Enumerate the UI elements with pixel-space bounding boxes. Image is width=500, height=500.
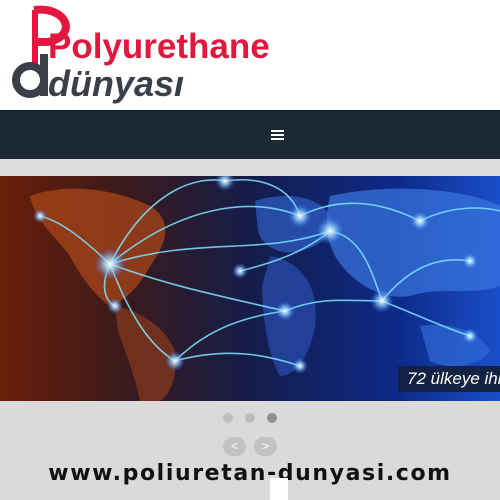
slider-controls: < > www.poliuretan-dunyasi.com (0, 401, 500, 500)
prev-slide-button[interactable]: < (223, 437, 246, 456)
next-slide-button[interactable]: > (254, 437, 277, 456)
site-logo[interactable]: Polyurethane dünyası (8, 2, 298, 106)
slide-dot-1[interactable] (223, 413, 233, 423)
slide-caption: 72 ülkeye ihr (398, 366, 500, 392)
slider-arrows: < > (223, 437, 277, 456)
slider-pagination (223, 413, 277, 425)
hamburger-menu-icon[interactable] (268, 126, 288, 144)
hero-slider[interactable]: 72 ülkeye ihr (0, 176, 500, 401)
slide-dot-3[interactable] (267, 413, 277, 423)
logo-graphic: Polyurethane dünyası (12, 5, 270, 104)
logo-line2: dünyası (48, 63, 184, 104)
navbar-spacer (0, 159, 500, 176)
bottom-tab (270, 478, 288, 500)
main-navbar (0, 110, 500, 160)
logo-line1: Polyurethane (48, 27, 270, 66)
site-header: Polyurethane dünyası (0, 0, 500, 110)
slide-dot-2[interactable] (245, 413, 255, 423)
website-url: www.poliuretan-dunyasi.com (0, 461, 500, 486)
